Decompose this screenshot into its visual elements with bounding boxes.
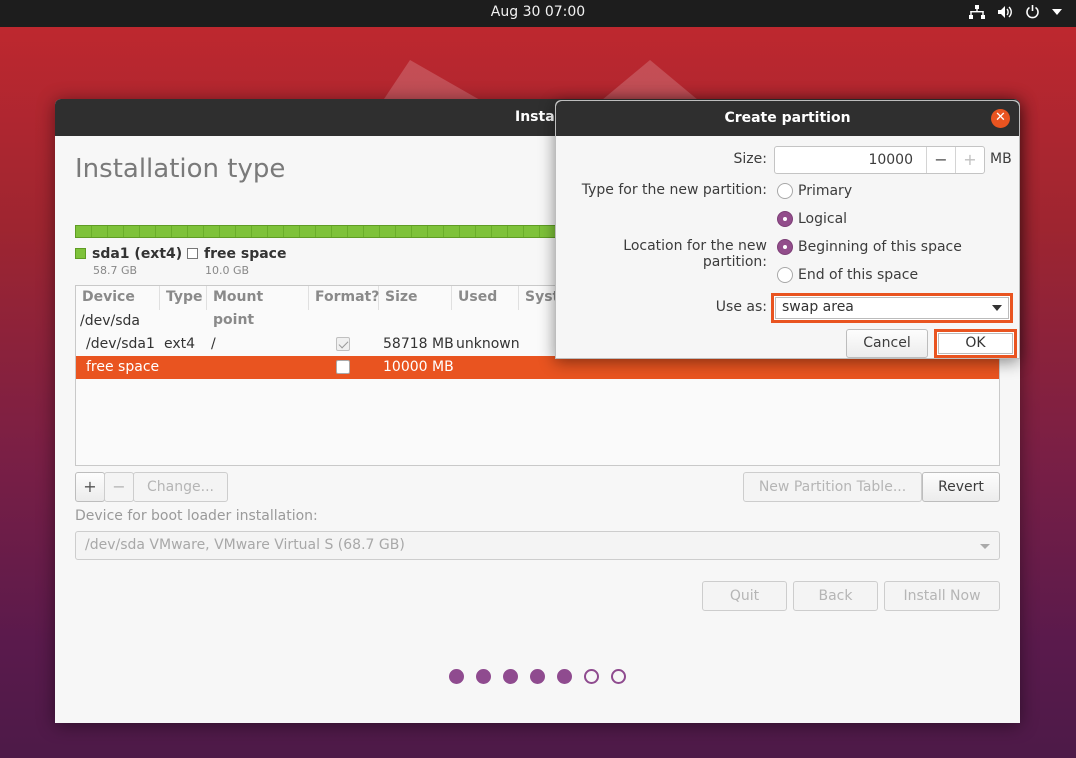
legend-item-free-space: free space 10.0 GB [187,246,286,277]
location-label: Location for the new partition: [623,238,767,270]
increment-button[interactable]: + [955,147,984,173]
back-button[interactable]: Back [793,581,878,611]
radio-label: Primary [798,183,853,199]
column-header-format[interactable]: Format? [309,286,379,310]
format-checkbox[interactable] [336,337,350,351]
create-partition-dialog: Create partition ✕ Size: 10000 − + MB Ty… [555,100,1020,359]
cell-device: /dev/sda [80,313,140,329]
cell-size: 58718 MB [383,336,454,352]
close-icon[interactable]: ✕ [991,109,1010,128]
size-stepper[interactable]: 10000 − + [774,146,985,174]
cell-mount-point: / [211,336,216,352]
revert-button[interactable]: Revert [922,472,1000,502]
progress-dot-done [449,669,464,684]
progress-dot-done [476,669,491,684]
boot-loader-value: /dev/sda VMware, VMware Virtual S (68.7 … [85,537,405,553]
radio-primary[interactable]: Primary [777,183,852,199]
cell-device: free space [86,359,160,375]
ok-label: OK [965,335,986,351]
dialog-title: Create partition [724,110,851,126]
cell-size: 10000 MB [383,359,454,375]
size-unit: MB [990,151,1012,167]
format-checkbox[interactable] [336,360,350,374]
cell-used: unknown [456,336,520,352]
radio-label: Logical [798,211,848,227]
size-label: Size: [733,151,767,167]
power-icon[interactable] [1025,4,1040,19]
column-header-device[interactable]: Device [76,286,160,310]
radio-logical[interactable]: Logical [777,211,847,227]
radio-button[interactable] [777,183,793,199]
page-title: Installation type [75,154,286,184]
decrement-button[interactable]: − [926,147,955,173]
column-header-type[interactable]: Type [160,286,207,310]
ok-button[interactable]: OK [934,329,1017,358]
legend-size: 58.7 GB [93,264,138,277]
size-input[interactable]: 10000 [775,152,913,168]
boot-loader-label: Device for boot loader installation: [75,508,318,524]
type-label: Type for the new partition: [581,182,767,198]
boot-loader-select[interactable]: /dev/sda VMware, VMware Virtual S (68.7 … [75,531,1000,560]
legend-swatch [75,248,86,259]
progress-dot-pending [584,669,599,684]
chevron-down-icon [980,544,990,549]
quit-button[interactable]: Quit [702,581,787,611]
progress-dot-done [503,669,518,684]
cancel-button[interactable]: Cancel [846,329,928,358]
use-as-label: Use as: [715,299,767,315]
progress-dot-done [530,669,545,684]
change-partition-button[interactable]: Change... [133,472,228,502]
remove-partition-button[interactable]: − [104,472,134,502]
radio-label: Beginning of this space [798,239,962,255]
top-bar: Aug 30 07:00 [0,0,1076,27]
radio-button[interactable] [777,239,793,255]
network-icon[interactable] [969,4,985,19]
use-as-select[interactable]: swap area [771,293,1013,323]
clock[interactable]: Aug 30 07:00 [0,4,1076,20]
column-header-used[interactable]: Used [452,286,519,310]
legend-label: free space [204,246,287,262]
install-now-button[interactable]: Install Now [884,581,1000,611]
table-row-selected[interactable]: free space 10000 MB [76,356,999,379]
add-partition-button[interactable]: + [75,472,105,502]
radio-end[interactable]: End of this space [777,267,918,283]
chevron-down-icon [992,305,1002,311]
cell-device: /dev/sda1 [86,336,155,352]
progress-dot-done [557,669,572,684]
radio-label: End of this space [798,267,919,283]
column-header-mount-point[interactable]: Mount point [207,286,309,328]
legend-swatch [187,248,198,259]
window-title: Instal [515,109,560,125]
chevron-down-icon[interactable] [1052,8,1062,16]
use-as-value: swap area [782,299,854,315]
cell-type: ext4 [164,336,196,352]
legend-label: sda1 (ext4) [92,246,183,262]
column-header-size[interactable]: Size [379,286,452,310]
radio-beginning[interactable]: Beginning of this space [777,239,962,255]
radio-button[interactable] [777,211,793,227]
progress-dots [449,669,626,684]
radio-button[interactable] [777,267,793,283]
volume-icon[interactable] [997,5,1013,19]
new-partition-table-button[interactable]: New Partition Table... [743,472,922,502]
system-tray[interactable] [969,4,1062,19]
progress-dot-pending [611,669,626,684]
legend-item-sda1: sda1 (ext4) 58.7 GB [75,246,182,277]
legend-size: 10.0 GB [205,264,250,277]
dialog-titlebar[interactable]: Create partition ✕ [556,101,1019,136]
